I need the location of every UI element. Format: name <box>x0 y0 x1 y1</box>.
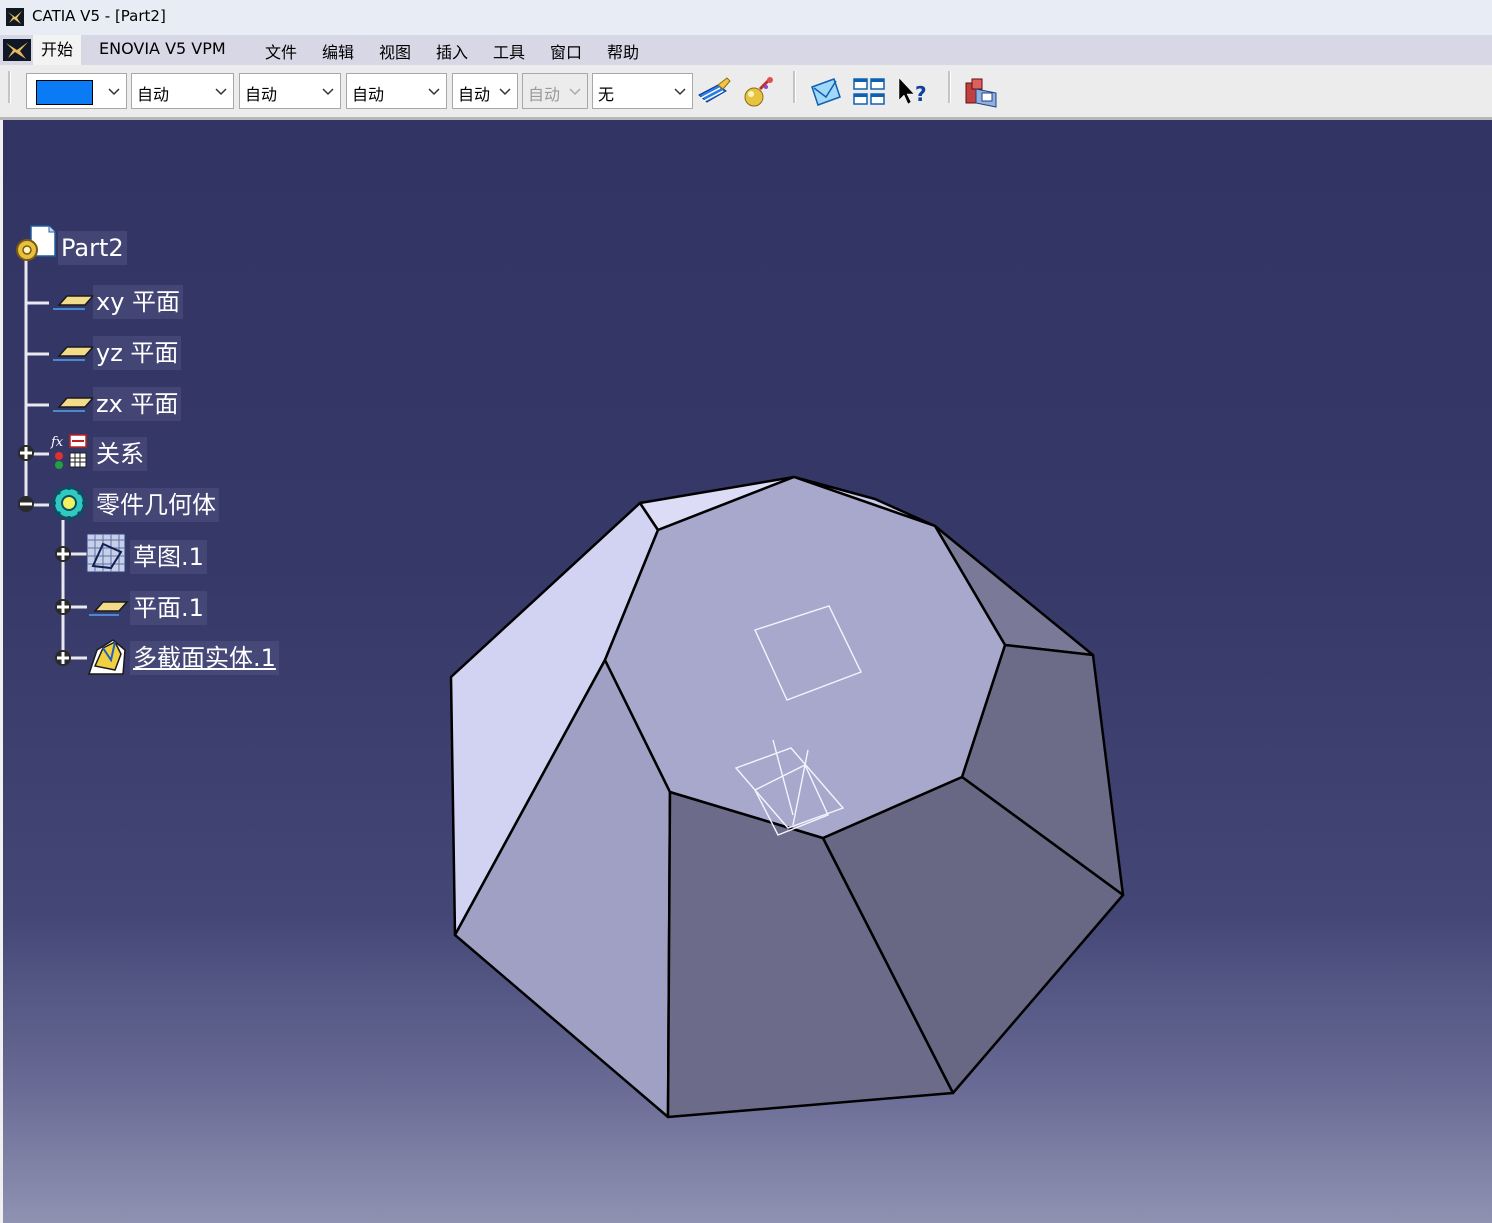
catia-logo-icon <box>6 8 24 26</box>
combo-value: 自动 <box>458 85 491 104</box>
transparency-combo[interactable]: 自动 <box>131 73 234 109</box>
point-type-combo[interactable]: 自动 <box>452 73 518 109</box>
plane-icon <box>53 397 95 412</box>
chevron-down-icon <box>108 88 120 96</box>
combo-value: 自动 <box>245 85 278 104</box>
tile-windows-icon[interactable] <box>852 75 888 109</box>
menu-tools[interactable]: 工具 <box>491 39 527 63</box>
title-bar: CATIA V5 - [Part2] <box>0 0 1492 36</box>
layer-combo-disabled: 自动 <box>522 73 588 109</box>
chevron-down-icon <box>428 88 440 96</box>
window-title: CATIA V5 - [Part2] <box>32 7 166 25</box>
tree-item-plane1[interactable]: 平面.1 <box>130 591 207 625</box>
toolbar-separator <box>793 71 796 103</box>
catia-menu-icon[interactable] <box>2 37 32 63</box>
tree-root-part2[interactable]: Part2 <box>58 231 127 265</box>
combo-value: 自动 <box>137 85 170 104</box>
combo-value: 自动 <box>528 85 561 104</box>
toolbar-grip[interactable] <box>8 71 11 103</box>
menu-start[interactable]: 开始 <box>33 35 82 65</box>
combo-value: 自动 <box>352 85 385 104</box>
menu-edit[interactable]: 编辑 <box>320 39 356 63</box>
chevron-down-icon <box>322 88 334 96</box>
menu-bar: 开始 ENOVIA V5 VPM 文件 编辑 视图 插入 工具 窗口 帮助 <box>0 35 1492 65</box>
combo-value: 无 <box>598 85 615 104</box>
3d-viewport[interactable]: fx Part2 xy 平面 yz 平面 zx 平面 关系 零件几何体 草图.1… <box>3 120 1492 1223</box>
catalog-browser-icon[interactable] <box>962 75 998 109</box>
collapse-minus-icon[interactable] <box>18 496 34 512</box>
sketch-icon <box>86 533 126 573</box>
plane-icon <box>53 295 95 310</box>
body-gear-icon <box>50 484 88 522</box>
menu-enovia[interactable]: ENOVIA V5 VPM <box>97 39 228 58</box>
toolbar-separator <box>948 71 951 103</box>
expand-plus-icon[interactable] <box>55 599 71 615</box>
menu-insert[interactable]: 插入 <box>434 39 470 63</box>
color-combo[interactable] <box>26 73 127 109</box>
plane-icon <box>53 346 95 361</box>
chevron-down-icon <box>215 88 227 96</box>
multi-section-solid-3d[interactable] <box>449 475 1125 1119</box>
swap-visible-space-icon[interactable] <box>808 75 844 109</box>
layer-combo[interactable]: 无 <box>592 73 693 109</box>
part-document-icon <box>16 225 56 261</box>
svg-text:fx: fx <box>50 435 64 450</box>
tree-item-sketch1[interactable]: 草图.1 <box>130 540 207 574</box>
graphic-properties-toolbar: 自动 自动 自动 自动 自动 无 ? <box>0 65 1492 120</box>
expand-plus-icon[interactable] <box>55 650 71 666</box>
tree-item-yz-plane[interactable]: yz 平面 <box>93 336 182 370</box>
multi-section-solid-icon <box>87 639 126 675</box>
color-swatch <box>36 80 93 105</box>
menu-view[interactable]: 视图 <box>377 39 413 63</box>
apply-material-icon[interactable] <box>740 75 776 109</box>
tree-item-zx-plane[interactable]: zx 平面 <box>93 387 182 421</box>
line-type-combo[interactable]: 自动 <box>346 73 447 109</box>
chevron-down-icon <box>674 88 686 96</box>
svg-text:?: ? <box>915 82 927 106</box>
plane-icon <box>89 601 129 616</box>
relations-icon: fx <box>50 434 87 469</box>
painter-icon[interactable] <box>696 75 732 109</box>
menu-window[interactable]: 窗口 <box>548 39 584 63</box>
menu-help[interactable]: 帮助 <box>605 39 641 63</box>
chevron-down-icon <box>569 88 581 96</box>
whats-this-help-icon[interactable]: ? <box>894 75 930 109</box>
tree-item-xy-plane[interactable]: xy 平面 <box>93 285 184 319</box>
menu-file[interactable]: 文件 <box>263 39 299 63</box>
line-thickness-combo[interactable]: 自动 <box>239 73 341 109</box>
tree-item-relations[interactable]: 关系 <box>93 437 147 471</box>
tree-item-part-body[interactable]: 零件几何体 <box>93 488 219 522</box>
expand-plus-icon[interactable] <box>18 445 34 461</box>
expand-plus-icon[interactable] <box>55 546 71 562</box>
tree-item-multi-section-solid1[interactable]: 多截面实体.1 <box>130 641 279 675</box>
chevron-down-icon <box>499 88 511 96</box>
